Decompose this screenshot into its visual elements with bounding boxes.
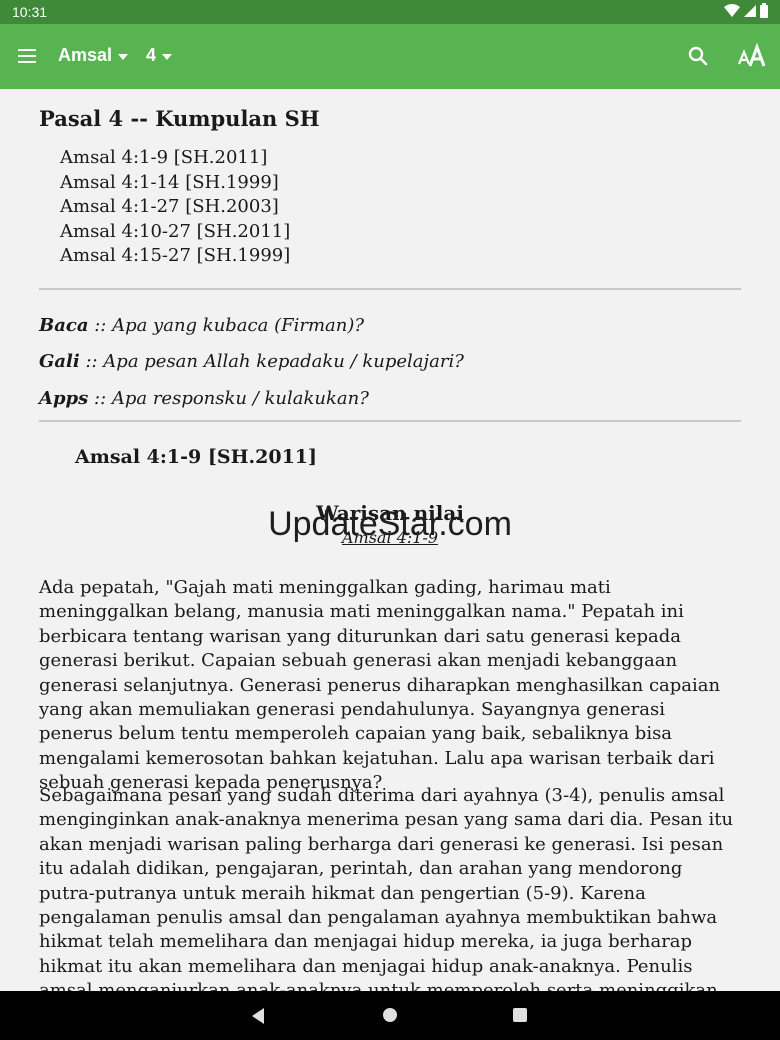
ref-link[interactable]: Amsal 4:10-27 [SH.2011] [60, 220, 290, 245]
book-selector[interactable]: Amsal [58, 45, 129, 66]
baca-text: :: Apa yang kubaca (Firman)? [88, 315, 365, 336]
status-bar: 10:31 [0, 0, 780, 24]
book-name: Amsal [58, 45, 113, 65]
gali-term: Gali [39, 351, 80, 372]
chevron-down-icon [162, 53, 173, 60]
battery-icon [760, 3, 768, 18]
menu-icon[interactable] [14, 44, 42, 68]
chevron-down-icon [118, 53, 129, 60]
pasal-heading: Pasal 4 -- Kumpulan SH [39, 106, 320, 131]
ref-list: Amsal 4:1-9 [SH.2011] Amsal 4:1-14 [SH.1… [60, 146, 290, 269]
ref-link[interactable]: Amsal 4:1-27 [SH.2003] [60, 195, 290, 220]
signal-icon [744, 4, 756, 17]
text-size-icon[interactable] [737, 42, 767, 70]
chapter-number: 4 [146, 45, 157, 65]
reading-content[interactable]: Pasal 4 -- Kumpulan SH Amsal 4:1-9 [SH.2… [0, 89, 780, 991]
ref-link[interactable]: Amsal 4:1-9 [SH.2011] [60, 146, 290, 171]
baca-term: Baca [39, 315, 89, 336]
watermark: UpdateStar.com [268, 505, 512, 543]
home-icon[interactable] [383, 1008, 397, 1022]
back-icon[interactable] [250, 1007, 266, 1025]
gali-text: :: Apa pesan Allah kepadaku / kupelajari… [79, 351, 464, 372]
apps-term: Apps [39, 388, 89, 409]
status-time: 10:31 [12, 4, 48, 20]
ref-link[interactable]: Amsal 4:15-27 [SH.1999] [60, 244, 290, 269]
app-bar: Amsal 4 [0, 24, 780, 89]
divider [39, 288, 741, 290]
wifi-icon [724, 3, 740, 17]
status-icons [724, 3, 768, 18]
chapter-selector[interactable]: 4 [146, 45, 173, 66]
search-icon[interactable] [686, 44, 710, 68]
apps-text: :: Apa responsku / kulakukan? [88, 388, 369, 409]
ref-link[interactable]: Amsal 4:1-14 [SH.1999] [60, 171, 290, 196]
section-ref: Amsal 4:1-9 [SH.2011] [75, 446, 318, 468]
apps-line: Apps :: Apa responsku / kulakukan? [39, 388, 369, 409]
baca-line: Baca :: Apa yang kubaca (Firman)? [39, 315, 364, 336]
divider [39, 420, 741, 422]
recents-icon[interactable] [513, 1008, 527, 1022]
paragraph: Ada pepatah, "Gajah mati meninggalkan ga… [39, 577, 721, 794]
gali-line: Gali :: Apa pesan Allah kepadaku / kupel… [39, 351, 464, 372]
system-nav-bar [0, 991, 780, 1040]
paragraph: Sebagaimana pesan yang sudah diterima da… [39, 785, 734, 991]
